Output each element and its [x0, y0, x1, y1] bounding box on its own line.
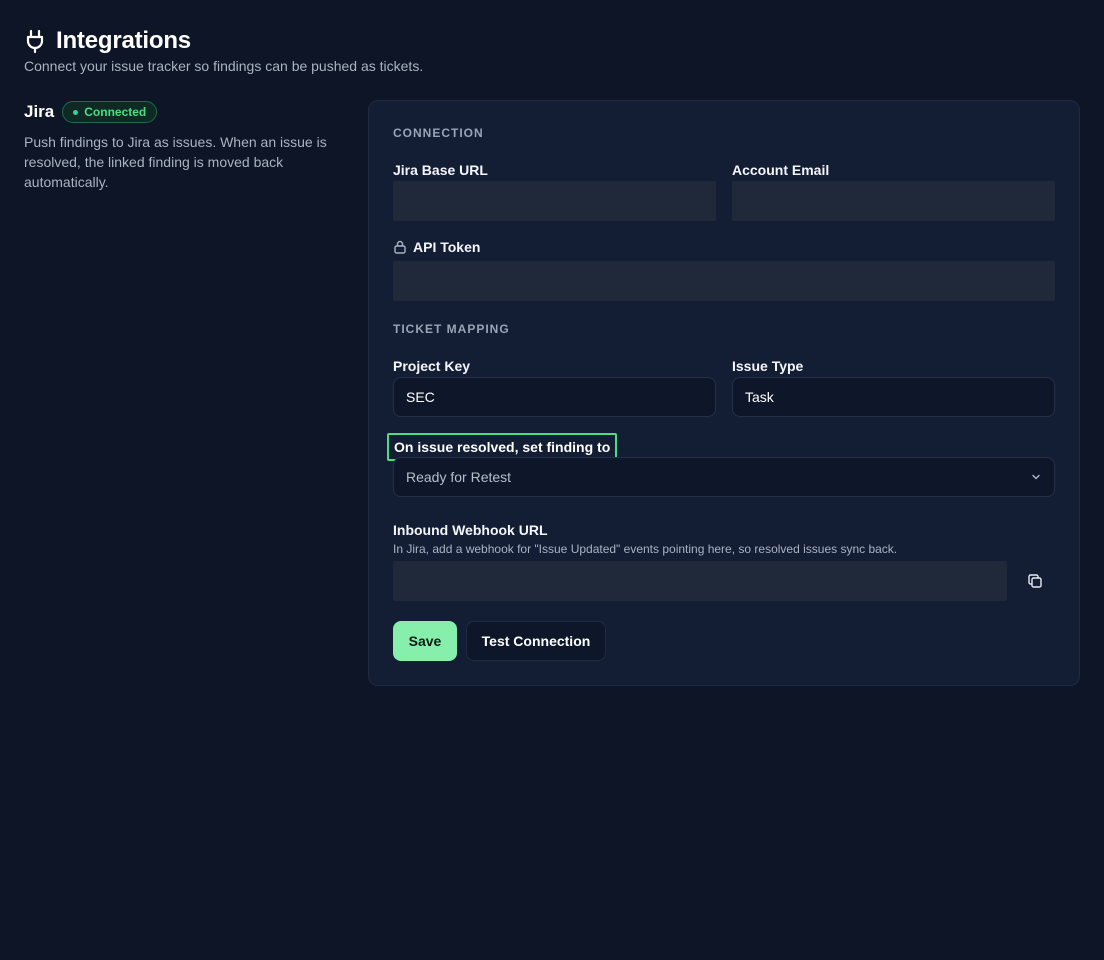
- provider-name: Jira: [24, 102, 55, 121]
- resolved-status-select[interactable]: Ready for Retest: [393, 457, 1055, 497]
- connection-section-label: CONNECTION: [393, 126, 484, 140]
- chevron-down-icon: [1030, 471, 1042, 483]
- issue-type-label: Issue Type: [732, 358, 804, 374]
- lock-icon: [393, 240, 407, 254]
- status-dot-icon: [73, 109, 79, 115]
- provider-info: Jira Connected Push findings to Jira as …: [24, 100, 354, 192]
- webhook-helper-text: In Jira, add a webhook for "Issue Update…: [393, 542, 898, 556]
- page-header: Integrations Connect your issue tracker …: [24, 26, 423, 74]
- base-url-input[interactable]: [393, 181, 716, 221]
- resolved-status-value: Ready for Retest: [406, 469, 512, 485]
- api-token-label: API Token: [413, 239, 481, 255]
- copy-icon: [1027, 573, 1043, 589]
- jira-settings-card: CONNECTION Jira Base URL Account Email A…: [368, 100, 1080, 686]
- account-email-label: Account Email: [732, 162, 830, 178]
- integrations-page: Integrations Connect your issue tracker …: [0, 0, 1104, 960]
- save-button[interactable]: Save: [393, 621, 457, 661]
- project-key-label: Project Key: [393, 358, 471, 374]
- status-badge: Connected: [62, 101, 158, 123]
- test-connection-button[interactable]: Test Connection: [466, 621, 606, 661]
- api-token-input[interactable]: [393, 261, 1055, 301]
- project-key-input[interactable]: [393, 377, 716, 417]
- provider-description: Push findings to Jira as issues. When an…: [24, 134, 327, 190]
- page-title: Integrations: [56, 27, 191, 54]
- plug-icon: [24, 28, 46, 54]
- provider-row: Jira Connected: [24, 100, 354, 124]
- webhook-url-label: Inbound Webhook URL: [393, 522, 548, 538]
- base-url-label: Jira Base URL: [393, 162, 488, 178]
- webhook-url-input[interactable]: [393, 561, 1007, 601]
- title-row: Integrations: [24, 26, 423, 56]
- account-email-input[interactable]: [732, 181, 1055, 221]
- page-subtitle: Connect your issue tracker so findings c…: [24, 58, 424, 74]
- status-label: Connected: [84, 105, 147, 119]
- copy-webhook-button[interactable]: [1021, 567, 1049, 595]
- issue-type-input[interactable]: [732, 377, 1055, 417]
- ticket-mapping-section-label: TICKET MAPPING: [393, 322, 510, 336]
- api-token-label-row: API Token: [393, 239, 480, 255]
